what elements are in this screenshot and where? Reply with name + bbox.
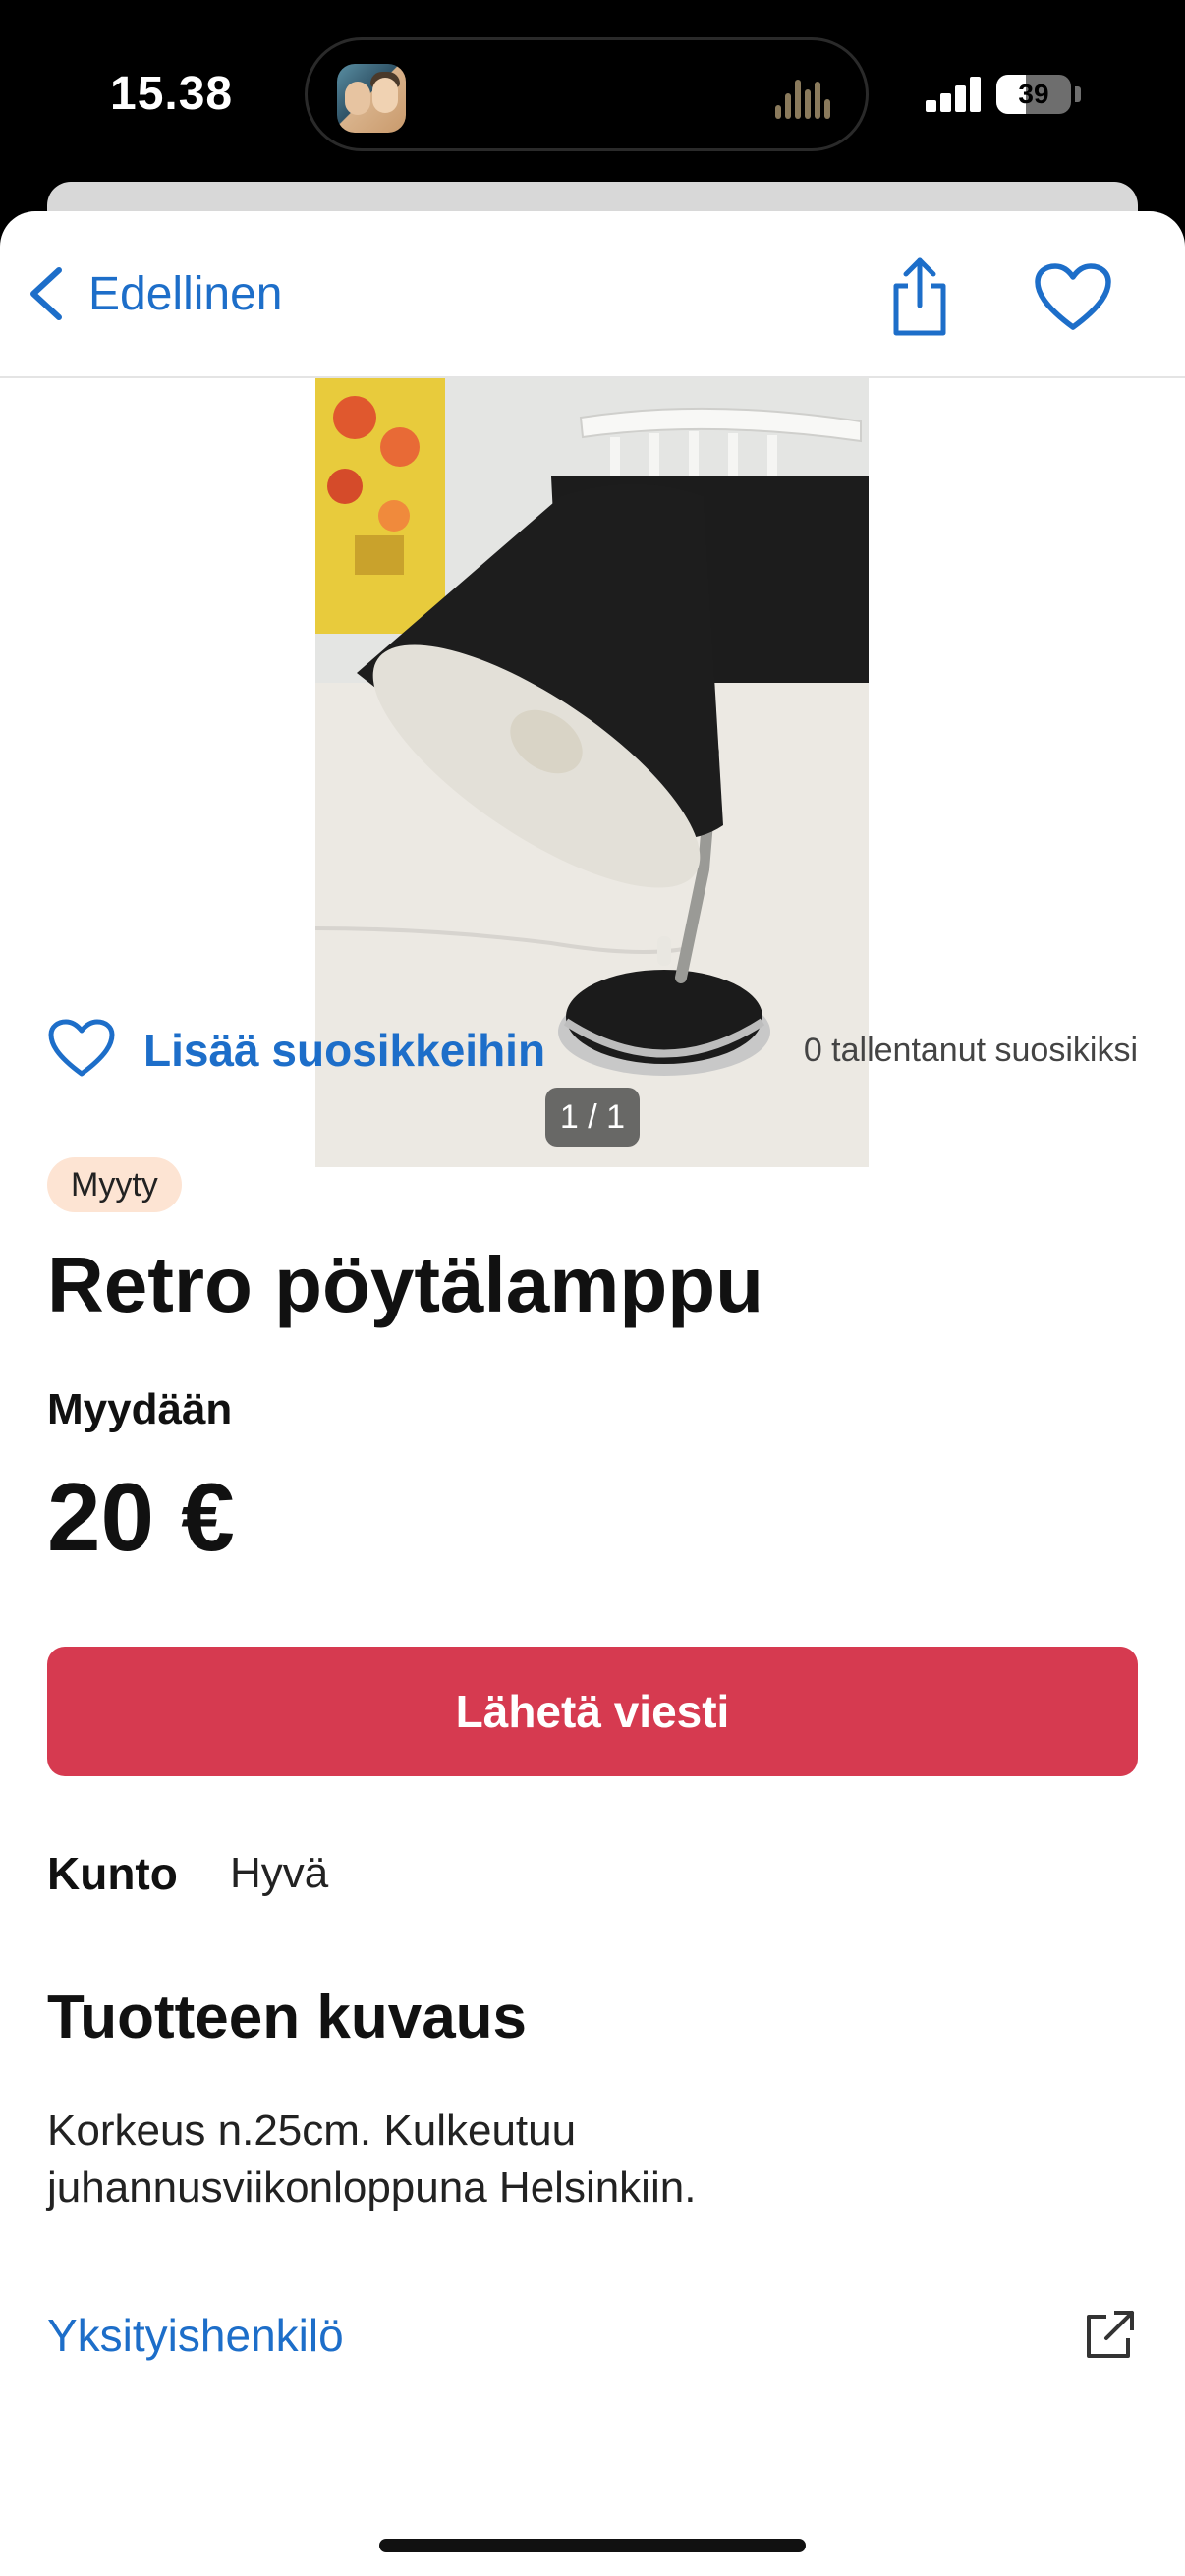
back-button[interactable]: Edellinen bbox=[26, 262, 282, 325]
send-message-button[interactable]: Lähetä viesti bbox=[47, 1647, 1138, 1776]
navigation-bar: Edellinen bbox=[0, 211, 1185, 378]
add-to-favorites-button[interactable]: Lisää suosikkeihin bbox=[143, 1024, 545, 1077]
external-link-icon[interactable] bbox=[1081, 2307, 1138, 2364]
home-indicator[interactable] bbox=[379, 2539, 806, 2552]
condition-label: Kunto bbox=[47, 1848, 178, 1899]
photo-counter: 1 / 1 bbox=[545, 1088, 640, 1147]
favorites-count: 0 tallentanut suosikiksi bbox=[803, 1032, 1138, 1069]
status-time: 15.38 bbox=[110, 68, 234, 120]
cellular-signal-icon bbox=[926, 77, 983, 112]
listing-title: Retro pöytälamppu bbox=[47, 1241, 763, 1328]
favorites-row: Lisää suosikkeihin 0 tallentanut suosiki… bbox=[47, 1012, 1138, 1091]
dynamic-island[interactable] bbox=[305, 37, 869, 151]
description-text: Korkeus n.25cm. Kulkeutuu juhannusviikon… bbox=[47, 2106, 697, 2212]
sale-type: Myydään bbox=[47, 1385, 233, 1433]
back-label: Edellinen bbox=[88, 267, 283, 320]
listing-price: 20 € bbox=[47, 1463, 235, 1571]
battery-level: 39 bbox=[1018, 79, 1049, 109]
phone-screen: 15.38 39 Edellinen 1 / 1 Lisää suosikkei… bbox=[0, 0, 1185, 2576]
heart-outline-icon[interactable] bbox=[1034, 262, 1112, 333]
heart-outline-icon[interactable] bbox=[47, 1018, 116, 1079]
status-bar: 15.38 39 bbox=[0, 0, 1185, 182]
battery-nub bbox=[1075, 86, 1081, 102]
share-icon[interactable] bbox=[884, 251, 955, 339]
listing-sheet: Edellinen 1 / 1 Lisää suosikkeihin 0 tal… bbox=[0, 211, 1185, 2576]
description-heading: Tuotteen kuvaus bbox=[47, 1984, 528, 2051]
now-playing-artwork bbox=[337, 64, 406, 133]
chevron-left-icon bbox=[30, 267, 62, 320]
status-badge: Myyty bbox=[47, 1157, 182, 1212]
condition-value: Hyvä bbox=[230, 1849, 329, 1897]
seller-type-link[interactable]: Yksityishenkilö bbox=[47, 2309, 344, 2362]
audio-waveform-icon bbox=[775, 78, 838, 119]
